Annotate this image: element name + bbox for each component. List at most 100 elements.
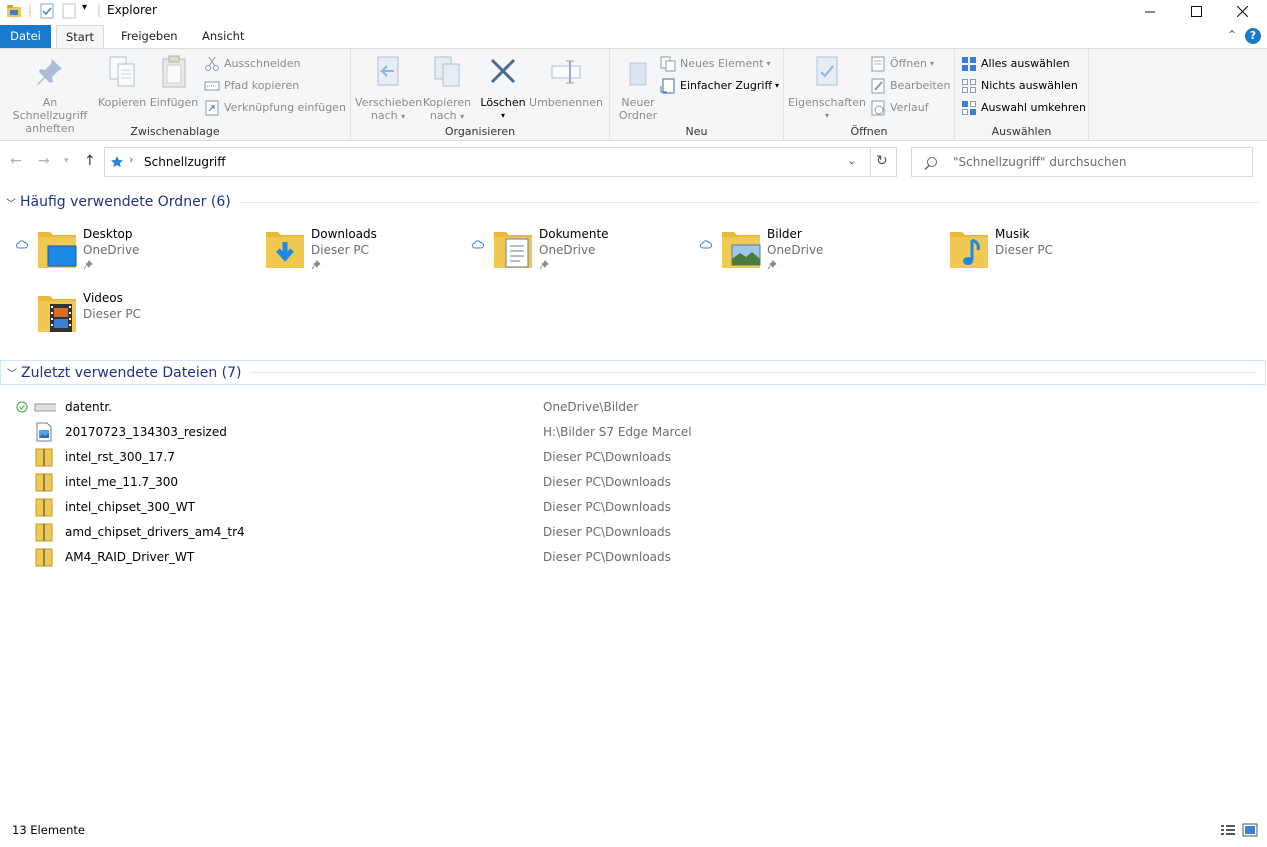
edit-button[interactable]: Bearbeiten	[870, 77, 950, 95]
quick-access-dropdown-icon[interactable]: ▾	[82, 2, 87, 13]
delete-button[interactable]: Löschen ▾	[479, 55, 527, 122]
back-arrow-icon[interactable]: ←	[10, 153, 22, 169]
move-to-button[interactable]: Verschieben nach ▾	[355, 55, 422, 123]
folder-name: Bilder	[767, 227, 802, 241]
new-folder-label-1: Neuer	[621, 96, 655, 109]
folder-location: Dieser PC	[83, 307, 141, 321]
paste-shortcut-button[interactable]: Verknüpfung einfügen	[204, 99, 346, 117]
up-arrow-icon[interactable]: ↑	[84, 153, 96, 169]
folder-desktop[interactable]: Desktop OneDrive	[16, 226, 236, 282]
recent-files-header[interactable]: ﹀ Zuletzt verwendete Dateien (7)	[0, 360, 1266, 385]
onedrive-cloud-icon	[700, 240, 712, 249]
minimize-button[interactable]	[1127, 0, 1173, 22]
file-row[interactable]: AM4_RAID_Driver_WT Dieser PC\Downloads	[0, 545, 1267, 570]
folder-location: OneDrive	[767, 243, 824, 257]
copy-to-button[interactable]: Kopieren nach ▾	[421, 55, 473, 123]
file-name: intel_chipset_300_WT	[65, 500, 195, 514]
cut-button[interactable]: Ausschneiden	[204, 55, 301, 73]
new-item-button[interactable]: Neues Element ▾	[660, 55, 771, 73]
tab-ansicht[interactable]: Ansicht	[192, 25, 254, 48]
select-none-icon	[962, 79, 976, 93]
tab-freigeben[interactable]: Freigeben	[111, 25, 188, 48]
file-row[interactable]: intel_me_11.7_300 Dieser PC\Downloads	[0, 470, 1267, 495]
forward-arrow-icon[interactable]: →	[38, 153, 50, 169]
file-row[interactable]: datentr. OneDrive\Bilder	[0, 395, 1267, 420]
collapse-ribbon-icon[interactable]: ⌃	[1227, 28, 1237, 42]
file-row[interactable]: intel_rst_300_17.7 Dieser PC\Downloads	[0, 445, 1267, 470]
collapse-chevron-icon[interactable]: ﹀	[7, 365, 17, 380]
desktop-folder-icon	[38, 232, 77, 268]
file-row[interactable]: 20170723_134303_resized H:\Bilder S7 Edg…	[0, 420, 1267, 445]
file-row[interactable]: amd_chipset_drivers_am4_tr4 Dieser PC\Do…	[0, 520, 1267, 545]
select-none-button[interactable]: Nichts auswählen	[961, 77, 1078, 95]
new-folder-label-2: Ordner	[618, 109, 658, 122]
new-group-label: Neu	[685, 125, 708, 138]
help-icon[interactable]: ?	[1245, 28, 1261, 44]
rename-label: Umbenennen	[529, 96, 603, 109]
new-item-dropdown-icon: ▾	[766, 59, 771, 68]
synced-checkmark-icon	[16, 401, 28, 413]
rename-button[interactable]: Umbenennen	[529, 55, 603, 109]
open-icon	[871, 56, 885, 72]
recent-locations-dropdown-icon[interactable]: ▾	[64, 156, 69, 166]
close-icon	[1236, 5, 1248, 17]
file-location: Dieser PC\Downloads	[543, 550, 671, 564]
open-button[interactable]: Öffnen ▾	[870, 55, 934, 73]
select-none-label: Nichts auswählen	[981, 79, 1078, 92]
tab-start[interactable]: Start	[56, 25, 104, 49]
select-all-button[interactable]: Alles auswählen	[961, 55, 1070, 73]
easy-access-label: Einfacher Zugriff	[680, 79, 773, 92]
easy-access-button[interactable]: Einfacher Zugriff ▾	[660, 77, 779, 95]
folder-downloads[interactable]: Downloads Dieser PC	[244, 226, 464, 282]
pictures-folder-icon	[722, 232, 761, 268]
details-view-icon[interactable]	[1220, 823, 1236, 837]
copy-to-label-2: nach	[429, 109, 457, 122]
new-folder-quick-icon[interactable]	[62, 3, 76, 19]
large-icons-view-icon[interactable]	[1242, 823, 1258, 837]
refresh-icon[interactable]: ↻	[876, 153, 888, 169]
invert-selection-button[interactable]: Auswahl umkehren	[961, 99, 1086, 117]
breadcrumb-separator-icon[interactable]: ›	[129, 153, 133, 166]
history-button[interactable]: Verlauf	[870, 99, 929, 117]
folder-musik[interactable]: Musik Dieser PC	[928, 226, 1148, 282]
frequent-folders-header[interactable]: ﹀ Häufig verwendete Ordner (6)	[0, 190, 1267, 214]
paste-button[interactable]: Einfügen	[149, 55, 199, 109]
open-dropdown-icon: ▾	[929, 59, 934, 68]
recent-files-title: Zuletzt verwendete Dateien (7)	[21, 364, 242, 381]
close-button[interactable]	[1219, 0, 1265, 22]
address-history-dropdown-icon[interactable]: ⌄	[847, 154, 856, 167]
folder-location: Dieser PC	[995, 243, 1053, 257]
properties-quick-icon[interactable]	[40, 3, 54, 19]
folder-dokumente[interactable]: Dokumente OneDrive	[472, 226, 692, 282]
address-bar[interactable]: › Schnellzugriff ⌄ ↻	[104, 147, 897, 177]
ribbon: An Schnellzugriff anheften Kopieren Einf…	[0, 48, 1267, 141]
file-name: amd_chipset_drivers_am4_tr4	[65, 525, 245, 539]
collapse-chevron-icon[interactable]: ﹀	[6, 195, 16, 210]
select-all-icon	[962, 57, 976, 71]
pin-icon	[311, 260, 321, 270]
onedrive-cloud-icon	[16, 240, 28, 249]
properties-button[interactable]: Eigenschaften ▾	[788, 55, 866, 122]
file-row[interactable]: intel_chipset_300_WT Dieser PC\Downloads	[0, 495, 1267, 520]
pin-quick-access-button[interactable]: An Schnellzugriff anheften	[4, 55, 96, 135]
breadcrumb-schnellzugriff[interactable]: Schnellzugriff	[144, 155, 226, 169]
move-to-icon	[377, 56, 399, 86]
new-item-label: Neues Element	[680, 57, 764, 70]
search-input[interactable]: "Schnellzugriff" durchsuchen	[911, 147, 1253, 177]
scissors-icon	[205, 56, 219, 71]
folder-videos[interactable]: Videos Dieser PC	[16, 290, 236, 346]
folder-bilder[interactable]: Bilder OneDrive	[700, 226, 920, 282]
copy-button[interactable]: Kopieren	[98, 55, 146, 109]
new-folder-button[interactable]: Neuer Ordner	[614, 55, 662, 122]
explorer-app-icon[interactable]	[6, 3, 22, 19]
file-location: H:\Bilder S7 Edge Marcel	[543, 425, 692, 439]
copy-path-button[interactable]: Pfad kopieren	[204, 77, 299, 95]
tab-datei[interactable]: Datei	[0, 25, 51, 48]
group-new: Neuer Ordner Neues Element ▾ Einfacher Z…	[610, 49, 784, 141]
folder-location: OneDrive	[83, 243, 140, 257]
window-title: Explorer	[107, 3, 157, 17]
edit-label: Bearbeiten	[890, 79, 951, 92]
history-label: Verlauf	[890, 101, 929, 114]
file-location: Dieser PC\Downloads	[543, 500, 671, 514]
maximize-button[interactable]	[1173, 0, 1219, 22]
